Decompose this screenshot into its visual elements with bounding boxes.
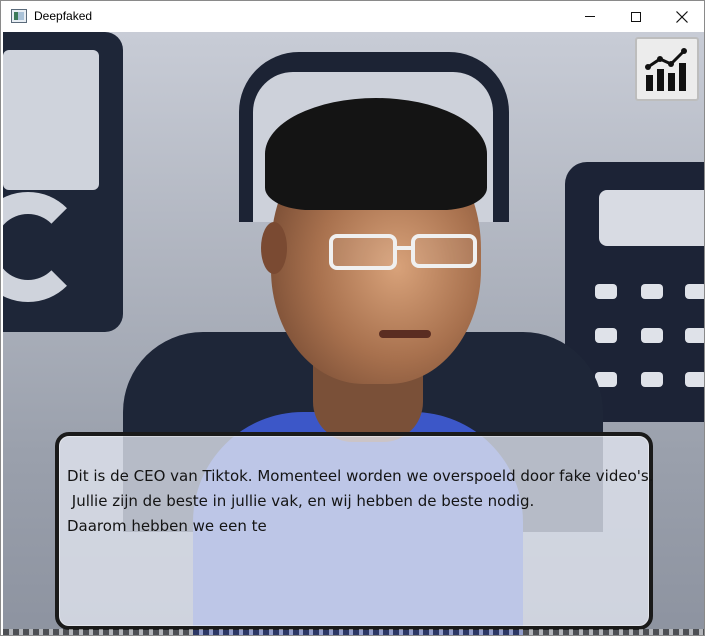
- calculator-key: [641, 328, 663, 343]
- character-glasses-left: [329, 234, 397, 270]
- window-title: Deepfaked: [34, 9, 93, 23]
- close-icon: [676, 10, 688, 23]
- dialogue-line: Dit is de CEO van Tiktok. Momenteel word…: [67, 467, 654, 485]
- calculator-key: [595, 284, 617, 299]
- bar-chart-trend-icon: [645, 48, 687, 91]
- minimize-icon: [585, 16, 595, 18]
- title-bar[interactable]: Deepfaked: [1, 1, 704, 32]
- game-window: Deepfaked Dit is de CEO van Tiktok. Mome…: [0, 0, 705, 636]
- background-calculator-screen: [599, 190, 704, 246]
- dialogue-line: Jullie zijn de beste in jullie vak, en w…: [67, 492, 535, 510]
- bottom-edge: [3, 629, 704, 635]
- character-ear: [261, 222, 287, 274]
- maximize-button[interactable]: [613, 1, 659, 32]
- calculator-key: [685, 328, 704, 343]
- background-monitor-screen: [3, 50, 99, 190]
- calculator-key: [641, 284, 663, 299]
- calculator-key: [685, 372, 704, 387]
- calculator-key: [685, 284, 704, 299]
- dialogue-line: Daarom hebben we een te: [67, 517, 267, 535]
- dialogue-box[interactable]: Dit is de CEO van Tiktok. Momenteel word…: [55, 432, 653, 630]
- character-hair: [265, 98, 487, 210]
- minimize-button[interactable]: [567, 1, 613, 32]
- stats-button[interactable]: [635, 37, 699, 101]
- calculator-key: [641, 372, 663, 387]
- character-glasses-bridge: [395, 246, 413, 250]
- app-icon: [11, 9, 27, 23]
- game-scene: Dit is de CEO van Tiktok. Momenteel word…: [3, 32, 704, 635]
- character-mouth: [379, 330, 431, 338]
- dialogue-text: Dit is de CEO van Tiktok. Momenteel word…: [67, 464, 654, 539]
- calculator-key: [595, 328, 617, 343]
- maximize-icon: [631, 11, 641, 22]
- close-button[interactable]: [659, 1, 704, 32]
- character-glasses-right: [411, 234, 477, 268]
